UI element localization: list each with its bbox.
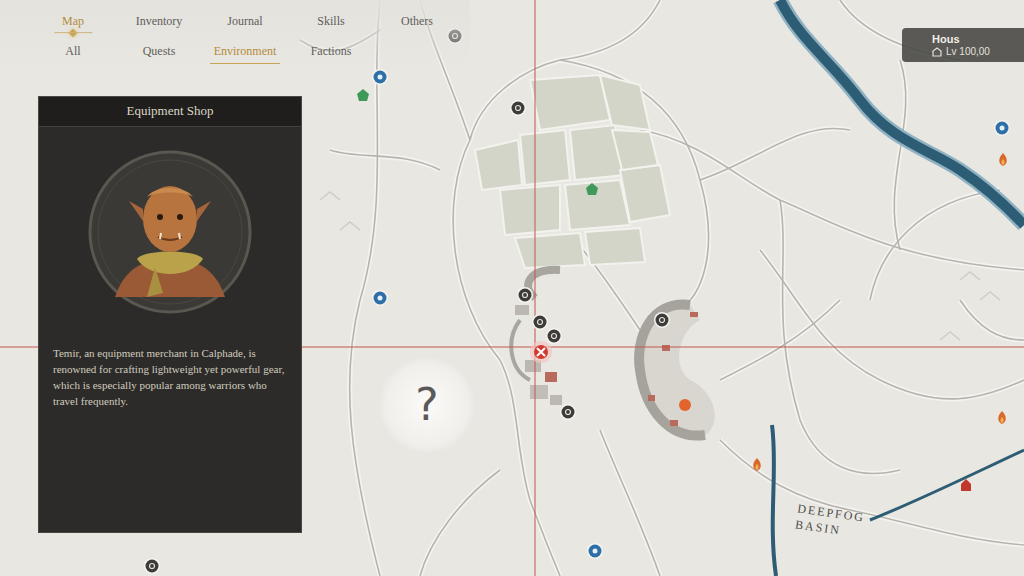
player-name: Hous	[932, 33, 1018, 45]
waypoint-icon[interactable]	[372, 290, 388, 306]
waypoint-icon[interactable]	[994, 120, 1010, 136]
filter-tab[interactable]: Environment	[202, 44, 288, 59]
point-of-interest-icon[interactable]	[679, 399, 691, 411]
selected-marker-icon	[69, 28, 77, 36]
player-level: Lv 100,00	[932, 46, 1018, 57]
herb-icon[interactable]	[357, 89, 369, 101]
waypoint-icon[interactable]	[372, 69, 388, 85]
landmark-icon[interactable]	[560, 404, 576, 420]
player-badge: HousLv 100,00	[902, 28, 1024, 62]
selected-underline	[210, 63, 280, 64]
fortress	[638, 305, 715, 437]
main-tab[interactable]: Others	[374, 14, 460, 29]
town-center	[511, 270, 562, 405]
landmark-icon[interactable]	[546, 328, 562, 344]
main-tab[interactable]: Inventory	[116, 14, 202, 29]
house-icon	[932, 47, 942, 57]
campfire-icon[interactable]	[999, 153, 1007, 166]
crosshair	[0, 0, 1024, 576]
landmark-icon[interactable]	[510, 100, 526, 116]
merchant-portrait	[85, 147, 255, 317]
main-tab[interactable]: Skills	[288, 14, 374, 29]
main-tab[interactable]: Map	[30, 14, 116, 29]
house-icon[interactable]	[961, 479, 971, 491]
card-title: Equipment Shop	[39, 97, 301, 127]
main-tab[interactable]: Journal	[202, 14, 288, 29]
landmark-icon[interactable]	[654, 312, 670, 328]
menu-navigation: Map Inventory Journal Skills Others All …	[30, 0, 460, 62]
filter-tab[interactable]: All	[30, 44, 116, 59]
landmark-icon[interactable]	[532, 314, 548, 330]
landmark-icon[interactable]	[517, 287, 533, 303]
region-label: DEEPFOG BASIN	[794, 500, 866, 542]
orc-merchant-icon	[85, 147, 255, 317]
card-description: Temir, an equipment merchant in Calphade…	[53, 345, 287, 409]
selected-shop-icon[interactable]	[530, 341, 552, 363]
waypoint-icon[interactable]	[587, 543, 603, 559]
campfire-icon[interactable]	[753, 458, 761, 471]
filter-tabs: All Quests Environment Factions	[30, 40, 460, 62]
filter-tab[interactable]: Factions	[288, 44, 374, 59]
city-districts	[475, 75, 670, 268]
rivers	[772, 0, 1024, 576]
landmark-icon[interactable]	[144, 558, 160, 574]
unknown-location-marker[interactable]: ?	[379, 357, 475, 453]
world-map-screen: Map Inventory Journal Skills Others All …	[0, 0, 1024, 576]
campfire-icon[interactable]	[998, 411, 1006, 424]
roads	[300, 0, 1024, 576]
herb-icon[interactable]	[586, 183, 598, 195]
filter-tab[interactable]: Quests	[116, 44, 202, 59]
info-card: Equipment Shop Temir, an equipment mercha…	[38, 96, 302, 533]
main-tabs: Map Inventory Journal Skills Others	[30, 0, 460, 40]
